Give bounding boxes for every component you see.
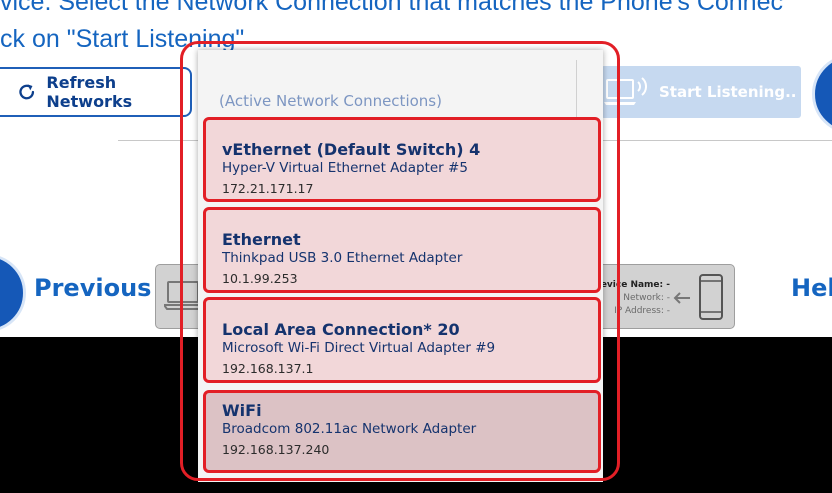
network-option-local-area-connection[interactable]: Local Area Connection* 20 Microsoft Wi-F… <box>203 297 601 383</box>
network-ip: 10.1.99.253 <box>222 271 298 286</box>
phone-icon <box>699 274 723 320</box>
network-ip: 172.21.171.17 <box>222 181 314 196</box>
refresh-networks-button[interactable]: Refresh Networks <box>0 67 192 117</box>
instruction-line-2: ck on "Start Listening" <box>0 25 245 53</box>
dropdown-header: (Active Network Connections) <box>219 92 442 110</box>
laptop-wifi-icon <box>604 77 647 105</box>
device-info: Device Name: - Network: - IP Address: - <box>593 279 670 318</box>
previous-button[interactable]: Previous <box>34 274 151 302</box>
network-adapter: Broadcom 802.11ac Network Adapter <box>222 421 477 437</box>
device-ip-label: IP Address: - <box>614 306 670 316</box>
network-name: WiFi <box>222 401 262 420</box>
dropdown-divider <box>576 60 577 118</box>
refresh-networks-label: Refresh Networks <box>46 73 133 111</box>
next-circle-button[interactable] <box>812 54 832 134</box>
network-adapter: Microsoft Wi-Fi Direct Virtual Adapter #… <box>222 340 496 356</box>
network-option-vethernet[interactable]: vEthernet (Default Switch) 4 Hyper-V Vir… <box>203 117 601 202</box>
device-name-label: Device Name: - <box>593 280 670 290</box>
start-listening-label: Start Listening.. <box>659 83 797 101</box>
network-option-wifi[interactable]: WiFi Broadcom 802.11ac Network Adapter 1… <box>203 390 601 473</box>
network-name: Ethernet <box>222 230 301 249</box>
network-name: Local Area Connection* 20 <box>222 320 460 339</box>
network-adapter: Thinkpad USB 3.0 Ethernet Adapter <box>222 250 463 266</box>
help-button[interactable]: Hel <box>791 274 832 302</box>
network-ip: 192.168.137.240 <box>222 442 330 457</box>
instruction-line-1: vice. Select the Network Connection that… <box>0 0 783 16</box>
refresh-icon <box>19 84 35 100</box>
network-adapter: Hyper-V Virtual Ethernet Adapter #5 <box>222 160 468 176</box>
network-option-ethernet[interactable]: Ethernet Thinkpad USB 3.0 Ethernet Adapt… <box>203 207 601 293</box>
device-network-label: Network: - <box>623 293 670 303</box>
start-listening-button[interactable]: Start Listening.. <box>601 66 801 118</box>
arrow-left-icon <box>673 292 690 304</box>
network-name: vEthernet (Default Switch) 4 <box>222 140 481 159</box>
network-ip: 192.168.137.1 <box>222 361 314 376</box>
previous-circle-button[interactable] <box>0 254 26 332</box>
